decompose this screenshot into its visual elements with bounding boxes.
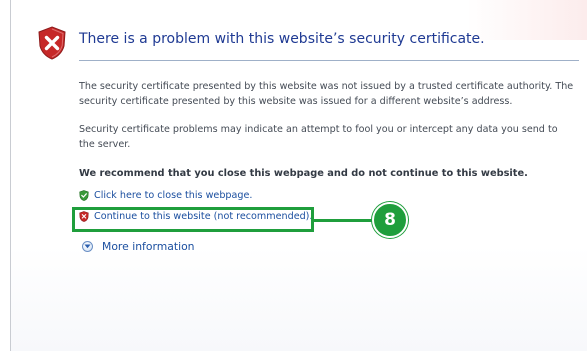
more-information-label[interactable]: More information	[102, 240, 195, 253]
close-webpage-link-label[interactable]: Click here to close this webpage.	[94, 190, 252, 201]
callout-connector-line	[314, 219, 372, 222]
certificate-details-text: The security certificate presented by th…	[79, 81, 574, 107]
green-shield-icon	[79, 190, 89, 201]
page-title: There is a problem with this website’s s…	[79, 31, 485, 47]
expand-arrow-icon	[82, 241, 93, 252]
close-webpage-link[interactable]: Click here to close this webpage.	[79, 190, 252, 201]
callout-highlight-box	[72, 207, 314, 232]
warning-explanation-text: Security certificate problems may indica…	[79, 124, 558, 150]
step-number-badge: 8	[372, 202, 408, 238]
error-shield-icon	[38, 26, 66, 60]
more-information-toggle[interactable]: More information	[82, 240, 195, 253]
recommendation-text: We recommend that you close this webpage…	[79, 168, 528, 179]
title-divider	[79, 60, 579, 61]
